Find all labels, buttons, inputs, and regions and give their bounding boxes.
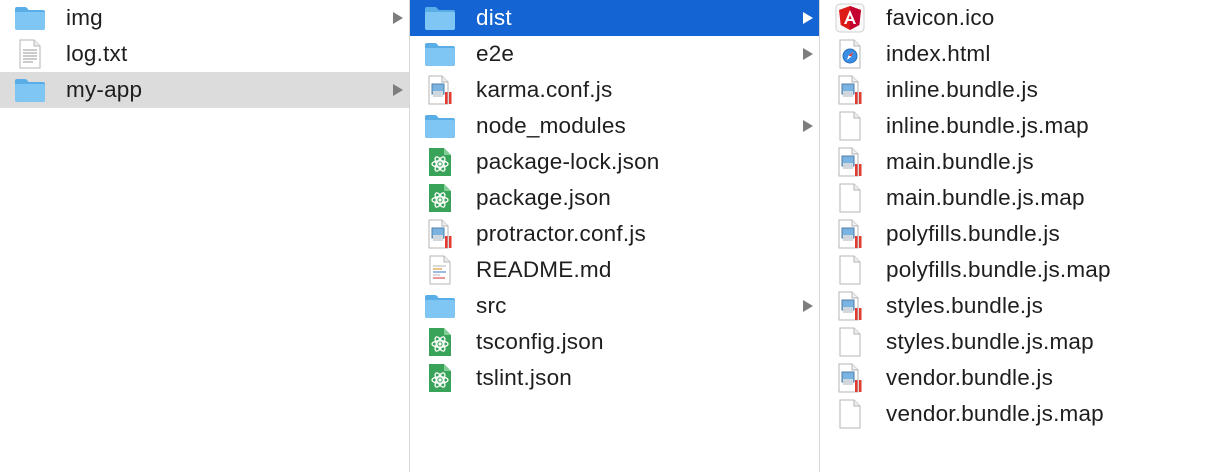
file-row-log-txt[interactable]: log.txt (0, 36, 409, 72)
js-file-icon (422, 75, 458, 105)
file-name-label: karma.conf.js (476, 77, 613, 102)
atom-json-file-icon (422, 363, 458, 393)
disclosure-arrow-icon (803, 300, 813, 312)
column-2[interactable]: dist e2e karma.conf.js node_modules pack… (410, 0, 820, 472)
file-name-label: main.bundle.js.map (886, 185, 1085, 210)
js-file-icon (832, 363, 868, 393)
disclosure-arrow-icon (803, 12, 813, 24)
file-name-label: styles.bundle.js (886, 293, 1044, 318)
file-name-label: img (66, 5, 103, 30)
disclosure-arrow-icon (803, 120, 813, 132)
markdown-file-icon (422, 255, 458, 285)
file-name-label: package.json (476, 185, 611, 210)
file-row-favicon-ico[interactable]: favicon.ico (820, 0, 1222, 36)
disclosure-arrow-icon (803, 48, 813, 60)
file-row-polyfills-bundle-js-map[interactable]: polyfills.bundle.js.map (820, 252, 1222, 288)
file-name-label: vendor.bundle.js.map (886, 401, 1104, 426)
folder-icon (422, 3, 458, 33)
file-row-vendor-bundle-js-map[interactable]: vendor.bundle.js.map (820, 396, 1222, 432)
atom-json-file-icon (422, 147, 458, 177)
blank-file-icon (832, 111, 868, 141)
file-row-node-modules[interactable]: node_modules (410, 108, 819, 144)
file-name-label: src (476, 293, 507, 318)
folder-icon (422, 111, 458, 141)
atom-json-file-icon (422, 327, 458, 357)
js-file-icon (832, 75, 868, 105)
file-name-label: log.txt (66, 41, 128, 66)
safari-html-file-icon (832, 39, 868, 69)
file-row-tslint-json[interactable]: tslint.json (410, 360, 819, 396)
disclosure-arrow-icon (393, 84, 403, 96)
file-name-label: index.html (886, 41, 991, 66)
angular-icon (832, 3, 868, 33)
column-1[interactable]: img log.txt my-app (0, 0, 410, 472)
js-file-icon (422, 219, 458, 249)
file-row-package-json[interactable]: package.json (410, 180, 819, 216)
file-row-package-lock-json[interactable]: package-lock.json (410, 144, 819, 180)
js-file-icon (832, 291, 868, 321)
file-name-label: inline.bundle.js.map (886, 113, 1089, 138)
folder-icon (12, 3, 48, 33)
file-name-label: e2e (476, 41, 515, 66)
folder-icon (422, 39, 458, 69)
file-name-label: package-lock.json (476, 149, 660, 174)
js-file-icon (832, 219, 868, 249)
file-row-main-bundle-js[interactable]: main.bundle.js (820, 144, 1222, 180)
file-name-label: node_modules (476, 113, 627, 138)
file-name-label: dist (476, 5, 512, 30)
file-name-label: vendor.bundle.js (886, 365, 1054, 390)
file-name-label: polyfills.bundle.js.map (886, 257, 1111, 282)
file-name-label: main.bundle.js (886, 149, 1034, 174)
blank-file-icon (832, 327, 868, 357)
folder-icon (12, 75, 48, 105)
file-name-label: styles.bundle.js.map (886, 329, 1094, 354)
file-row-index-html[interactable]: index.html (820, 36, 1222, 72)
file-row-karma-conf-js[interactable]: karma.conf.js (410, 72, 819, 108)
file-row-inline-bundle-js-map[interactable]: inline.bundle.js.map (820, 108, 1222, 144)
file-row-vendor-bundle-js[interactable]: vendor.bundle.js (820, 360, 1222, 396)
column-3[interactable]: favicon.ico index.html inline.bundle.js … (820, 0, 1222, 472)
disclosure-arrow-icon (393, 12, 403, 24)
file-row-styles-bundle-js[interactable]: styles.bundle.js (820, 288, 1222, 324)
file-row-my-app[interactable]: my-app (0, 72, 409, 108)
file-row-inline-bundle-js[interactable]: inline.bundle.js (820, 72, 1222, 108)
atom-json-file-icon (422, 183, 458, 213)
file-name-label: polyfills.bundle.js (886, 221, 1060, 246)
file-row-img[interactable]: img (0, 0, 409, 36)
file-name-label: protractor.conf.js (476, 221, 646, 246)
blank-file-icon (832, 399, 868, 429)
blank-file-icon (832, 255, 868, 285)
file-row-protractor-conf-js[interactable]: protractor.conf.js (410, 216, 819, 252)
file-row-dist[interactable]: dist (410, 0, 819, 36)
file-row-styles-bundle-js-map[interactable]: styles.bundle.js.map (820, 324, 1222, 360)
folder-icon (422, 291, 458, 321)
file-row-readme-md[interactable]: README.md (410, 252, 819, 288)
file-row-e2e[interactable]: e2e (410, 36, 819, 72)
finder-column-browser: img log.txt my-app dist e2e karma.conf.j… (0, 0, 1222, 472)
file-name-label: my-app (66, 77, 143, 102)
blank-file-icon (832, 183, 868, 213)
file-name-label: tsconfig.json (476, 329, 604, 354)
file-row-main-bundle-js-map[interactable]: main.bundle.js.map (820, 180, 1222, 216)
file-name-label: README.md (476, 257, 612, 282)
text-file-icon (12, 39, 48, 69)
file-row-polyfills-bundle-js[interactable]: polyfills.bundle.js (820, 216, 1222, 252)
file-name-label: inline.bundle.js (886, 77, 1039, 102)
file-row-tsconfig-json[interactable]: tsconfig.json (410, 324, 819, 360)
js-file-icon (832, 147, 868, 177)
file-name-label: favicon.ico (886, 5, 995, 30)
file-row-src[interactable]: src (410, 288, 819, 324)
file-name-label: tslint.json (476, 365, 572, 390)
